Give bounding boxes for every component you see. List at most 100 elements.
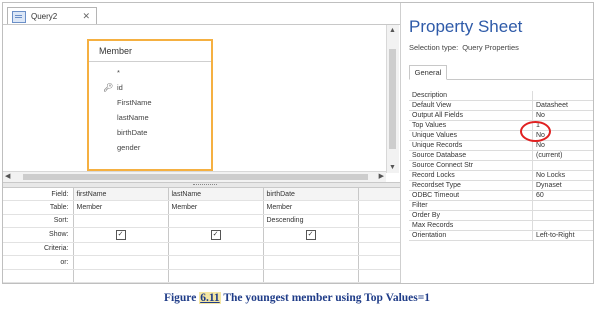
grid-row-show: Show: ✓ ✓ ✓ <box>3 227 400 243</box>
field-item-gender[interactable]: gender <box>89 140 211 155</box>
property-value[interactable]: No <box>532 140 593 151</box>
property-name: Default View <box>409 100 533 111</box>
checkbox-checked-icon[interactable]: ✓ <box>305 229 316 240</box>
property-value[interactable] <box>532 160 593 171</box>
grid-cell-field[interactable]: firstName <box>72 188 168 202</box>
property-row[interactable]: Source Connect Str <box>409 160 593 171</box>
property-row[interactable]: Orientation Left-to-Right <box>409 230 593 241</box>
grid-cell-table[interactable]: Member <box>72 200 168 215</box>
property-name: Top Values <box>409 120 533 131</box>
vertical-scrollbar[interactable]: ▲ ▼ <box>386 25 399 173</box>
scroll-thumb[interactable] <box>23 174 368 180</box>
field-item-firstname[interactable]: FirstName <box>89 95 211 110</box>
row-label: Criteria: <box>3 242 73 257</box>
grid-cell-empty[interactable] <box>357 227 400 243</box>
property-value[interactable]: No <box>532 110 593 121</box>
property-row[interactable]: Order By <box>409 210 593 221</box>
grid-cell-show: ✓ <box>72 227 168 243</box>
property-value[interactable]: Dynaset <box>532 180 593 191</box>
splitter-grip[interactable] <box>193 184 217 186</box>
property-row[interactable]: Output All Fields No <box>409 110 593 121</box>
property-name: Order By <box>409 210 533 221</box>
grid-cell-field[interactable]: birthDate <box>262 188 358 202</box>
field-item-lastname[interactable]: lastName <box>89 110 211 125</box>
grid-cell-empty[interactable] <box>357 214 400 229</box>
selection-type-label: Selection type: <box>409 43 459 52</box>
grid-cell-criteria[interactable] <box>262 242 358 257</box>
row-label: Table: <box>3 200 73 215</box>
property-name: Recordset Type <box>409 180 533 191</box>
grid-cell-empty[interactable] <box>357 269 400 283</box>
property-value[interactable] <box>532 220 593 231</box>
field-item-id[interactable]: 🔑︎ id <box>89 80 211 95</box>
row-label <box>3 269 73 283</box>
grid-cell-table[interactable]: Member <box>262 200 358 215</box>
property-row[interactable]: Description <box>409 91 593 101</box>
property-name: Unique Values <box>409 130 533 141</box>
property-row[interactable]: Recordset Type Dynaset <box>409 180 593 191</box>
grid-cell-table[interactable]: Member <box>167 200 263 215</box>
field-label: birthDate <box>117 128 148 137</box>
grid-cell-empty[interactable] <box>357 255 400 270</box>
scroll-right-icon[interactable]: ▶ <box>379 172 384 180</box>
scroll-up-icon[interactable]: ▲ <box>389 27 396 34</box>
grid-cell-or[interactable] <box>262 255 358 270</box>
property-row[interactable]: Source Database (current) <box>409 150 593 161</box>
query-icon <box>12 10 26 23</box>
property-name: Record Locks <box>409 170 533 181</box>
property-value[interactable] <box>532 91 593 101</box>
property-row[interactable]: Record Locks No Locks <box>409 170 593 181</box>
grid-cell-blank[interactable] <box>72 269 168 283</box>
property-row[interactable]: Filter <box>409 200 593 211</box>
property-row[interactable]: Max Records <box>409 220 593 231</box>
property-row[interactable]: ODBC Timeout 60 <box>409 190 593 201</box>
checkbox-checked-icon[interactable]: ✓ <box>115 229 126 240</box>
field-item-birthdate[interactable]: birthDate <box>89 125 211 140</box>
row-label: Field: <box>3 188 73 202</box>
design-grid: Field: firstName lastName birthDate Tabl… <box>3 188 400 283</box>
grid-cell-sort[interactable] <box>167 214 263 229</box>
member-table-box[interactable]: Member * 🔑︎ id FirstName lastName birthDa… <box>87 39 213 171</box>
caption-figure-number: 6.11 <box>199 292 221 304</box>
highlight-circle <box>520 121 551 142</box>
tab-general[interactable]: General <box>409 65 447 80</box>
grid-cell-blank[interactable] <box>167 269 263 283</box>
property-value[interactable]: Datasheet <box>532 100 593 111</box>
grid-cell-blank[interactable] <box>262 269 358 283</box>
tab-query2[interactable]: Query2 ✕ <box>7 7 97 25</box>
scroll-down-icon[interactable]: ▼ <box>389 164 396 171</box>
property-value[interactable] <box>532 210 593 221</box>
property-value[interactable]: No Locks <box>532 170 593 181</box>
scroll-left-icon[interactable]: ◀ <box>5 172 10 180</box>
grid-cell-sort[interactable] <box>72 214 168 229</box>
property-value[interactable]: (current) <box>532 150 593 161</box>
property-row[interactable]: Default View Datasheet <box>409 100 593 111</box>
grid-cell-or[interactable] <box>167 255 263 270</box>
property-value[interactable] <box>532 200 593 211</box>
grid-cell-empty[interactable] <box>357 200 400 215</box>
caption-label: Figure <box>163 292 197 304</box>
property-row[interactable]: Unique Values No <box>409 130 593 141</box>
close-icon[interactable]: ✕ <box>82 11 90 22</box>
property-row[interactable]: Unique Records No <box>409 140 593 151</box>
grid-cell-sort[interactable]: Descending <box>262 214 358 229</box>
table-pane: Member * 🔑︎ id FirstName lastName birthDa… <box>3 25 386 173</box>
property-name: Output All Fields <box>409 110 533 121</box>
horizontal-scrollbar[interactable]: ◀ ▶ <box>3 171 386 182</box>
field-item-all[interactable]: * <box>89 65 211 80</box>
property-name: Filter <box>409 200 533 211</box>
checkbox-checked-icon[interactable]: ✓ <box>210 229 221 240</box>
property-value[interactable]: 60 <box>532 190 593 201</box>
table-title[interactable]: Member <box>89 41 211 62</box>
property-row[interactable]: Top Values 1 <box>409 120 593 131</box>
property-sheet: Property Sheet Selection type: Query Prop… <box>400 3 593 283</box>
grid-cell-empty[interactable] <box>357 242 400 257</box>
grid-cell-field[interactable]: lastName <box>167 188 263 202</box>
grid-cell-criteria[interactable] <box>72 242 168 257</box>
grid-cell-empty[interactable] <box>357 188 400 202</box>
property-value[interactable]: Left-to-Right <box>532 230 593 241</box>
property-name: ODBC Timeout <box>409 190 533 201</box>
grid-cell-criteria[interactable] <box>167 242 263 257</box>
scroll-thumb[interactable] <box>389 49 396 149</box>
grid-cell-or[interactable] <box>72 255 168 270</box>
